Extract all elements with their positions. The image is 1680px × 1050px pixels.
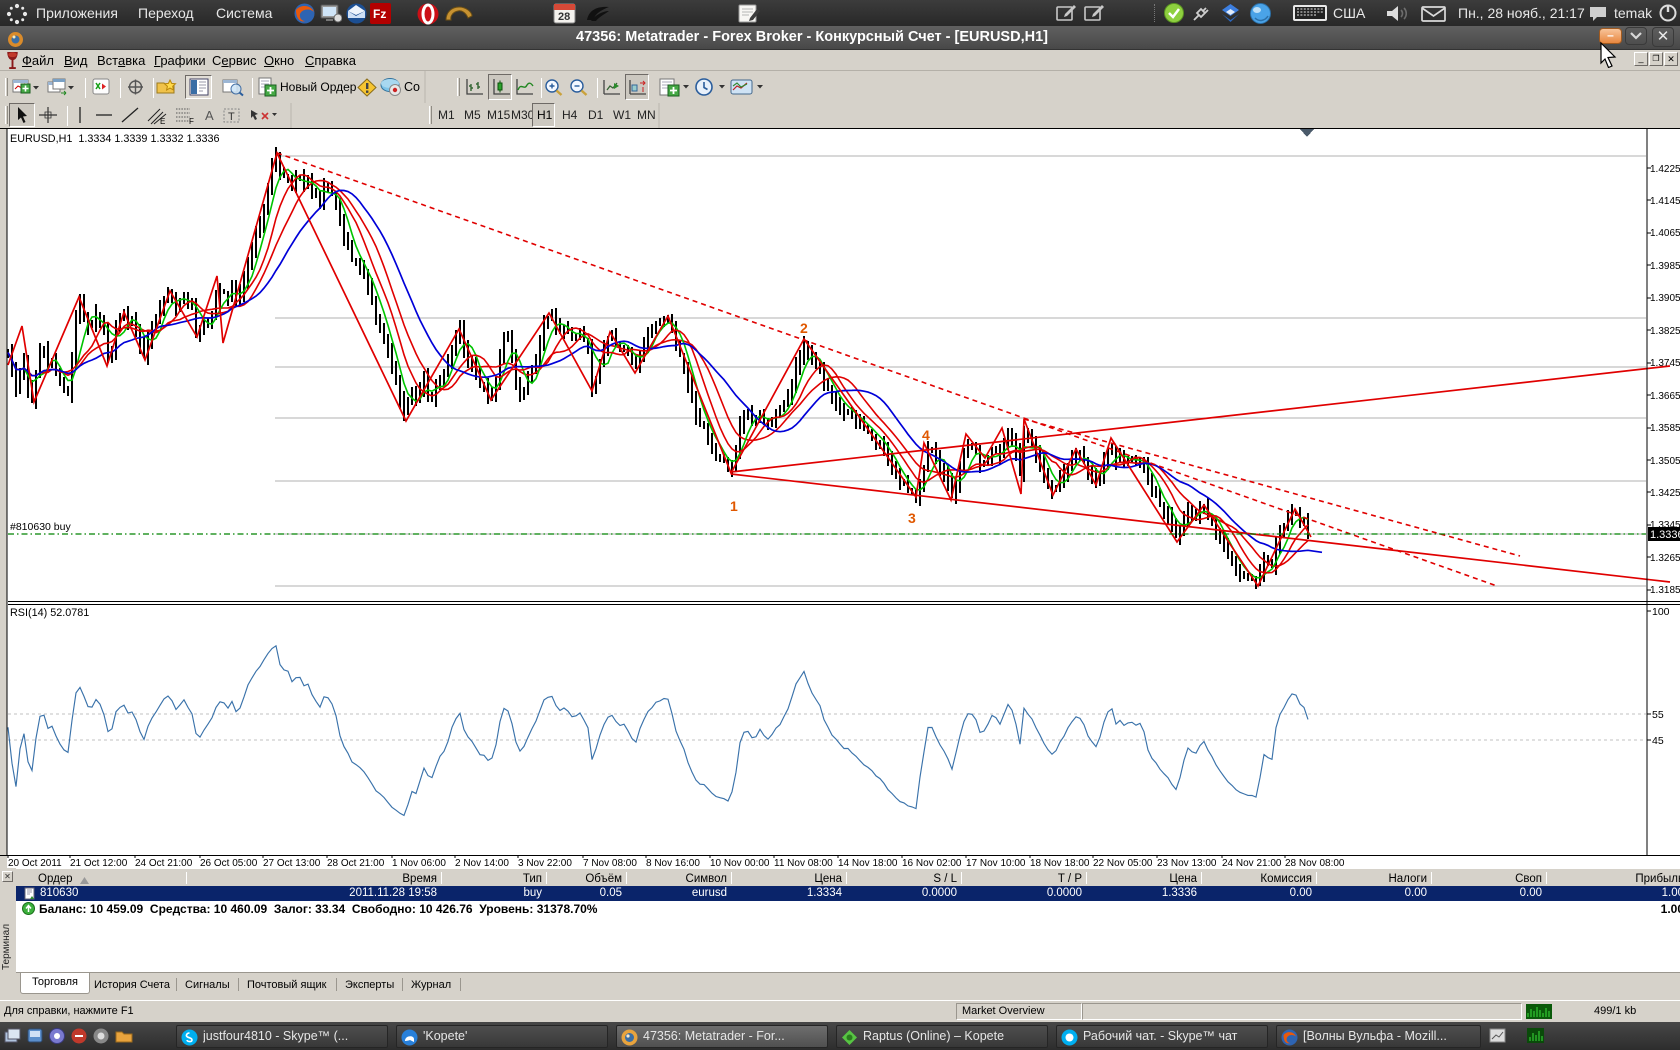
svg-text:22 Nov 05:00: 22 Nov 05:00 <box>1093 858 1153 868</box>
svg-text:1.3185: 1.3185 <box>1650 585 1680 596</box>
svg-text:1.3585: 1.3585 <box>1650 423 1680 434</box>
svg-text:T: T <box>228 111 235 123</box>
svg-text:4: 4 <box>922 427 930 443</box>
svg-text:1.4065: 1.4065 <box>1650 228 1680 239</box>
svg-text:2: 2 <box>800 320 808 336</box>
svg-text:20 Oct 2011: 20 Oct 2011 <box>8 858 62 868</box>
svg-text:23 Nov 13:00: 23 Nov 13:00 <box>1157 858 1217 868</box>
svg-text:28 Oct 21:00: 28 Oct 21:00 <box>327 858 385 868</box>
svg-text:1: 1 <box>730 498 738 514</box>
svg-text:1.4225: 1.4225 <box>1650 164 1680 175</box>
svg-text:100: 100 <box>1652 606 1670 618</box>
svg-text:26 Oct 05:00: 26 Oct 05:00 <box>200 858 258 868</box>
svg-text:10 Nov 00:00: 10 Nov 00:00 <box>710 858 770 868</box>
svg-text:17 Nov 10:00: 17 Nov 10:00 <box>966 858 1026 868</box>
svg-text:3: 3 <box>908 510 916 526</box>
svg-text:Fz: Fz <box>373 7 386 21</box>
svg-text:14 Nov 18:00: 14 Nov 18:00 <box>838 858 898 868</box>
svg-text:1.3265: 1.3265 <box>1650 553 1680 564</box>
svg-text:55: 55 <box>1652 709 1664 721</box>
svg-text:27 Oct 13:00: 27 Oct 13:00 <box>263 858 321 868</box>
svg-text:1.3505: 1.3505 <box>1650 456 1680 467</box>
svg-text:11 Nov 08:00: 11 Nov 08:00 <box>774 858 833 868</box>
svg-text:F: F <box>189 117 194 125</box>
svg-text:1.3336: 1.3336 <box>1650 529 1680 541</box>
svg-text:A: A <box>205 108 214 123</box>
svg-text:16 Nov 02:00: 16 Nov 02:00 <box>902 858 962 868</box>
svg-text:28: 28 <box>558 11 570 23</box>
svg-text:RSI(14) 52.0781: RSI(14) 52.0781 <box>10 607 89 619</box>
svg-text:1.4145: 1.4145 <box>1650 196 1680 207</box>
svg-text:24 Oct 21:00: 24 Oct 21:00 <box>135 858 193 868</box>
svg-text:E: E <box>160 117 165 125</box>
svg-text:1 Nov 06:00: 1 Nov 06:00 <box>392 858 446 868</box>
svg-text:EURUSD,H1 1.3334 1.3339 1.333: EURUSD,H1 1.3334 1.3339 1.3332 1.3336 <box>10 133 220 145</box>
svg-text:21 Oct 12:00: 21 Oct 12:00 <box>70 858 128 868</box>
svg-text:1.3665: 1.3665 <box>1650 391 1680 402</box>
svg-text:2 Nov 14:00: 2 Nov 14:00 <box>455 858 509 868</box>
svg-text:1.3425: 1.3425 <box>1650 488 1680 499</box>
svg-text:28 Nov 08:00: 28 Nov 08:00 <box>1285 858 1345 868</box>
svg-text:#810630 buy: #810630 buy <box>10 521 71 533</box>
svg-text:3 Nov 22:00: 3 Nov 22:00 <box>518 858 572 868</box>
svg-text:8 Nov 16:00: 8 Nov 16:00 <box>646 858 700 868</box>
svg-text:18 Nov 18:00: 18 Nov 18:00 <box>1030 858 1090 868</box>
svg-text:1.3985: 1.3985 <box>1650 261 1680 272</box>
svg-text:7 Nov 08:00: 7 Nov 08:00 <box>583 858 637 868</box>
svg-text:1.3905: 1.3905 <box>1650 293 1680 304</box>
svg-text:24 Nov 21:00: 24 Nov 21:00 <box>1222 858 1282 868</box>
svg-text:45: 45 <box>1652 735 1664 747</box>
svg-text:1.3745: 1.3745 <box>1650 358 1680 369</box>
svg-text:1.3825: 1.3825 <box>1650 326 1680 337</box>
